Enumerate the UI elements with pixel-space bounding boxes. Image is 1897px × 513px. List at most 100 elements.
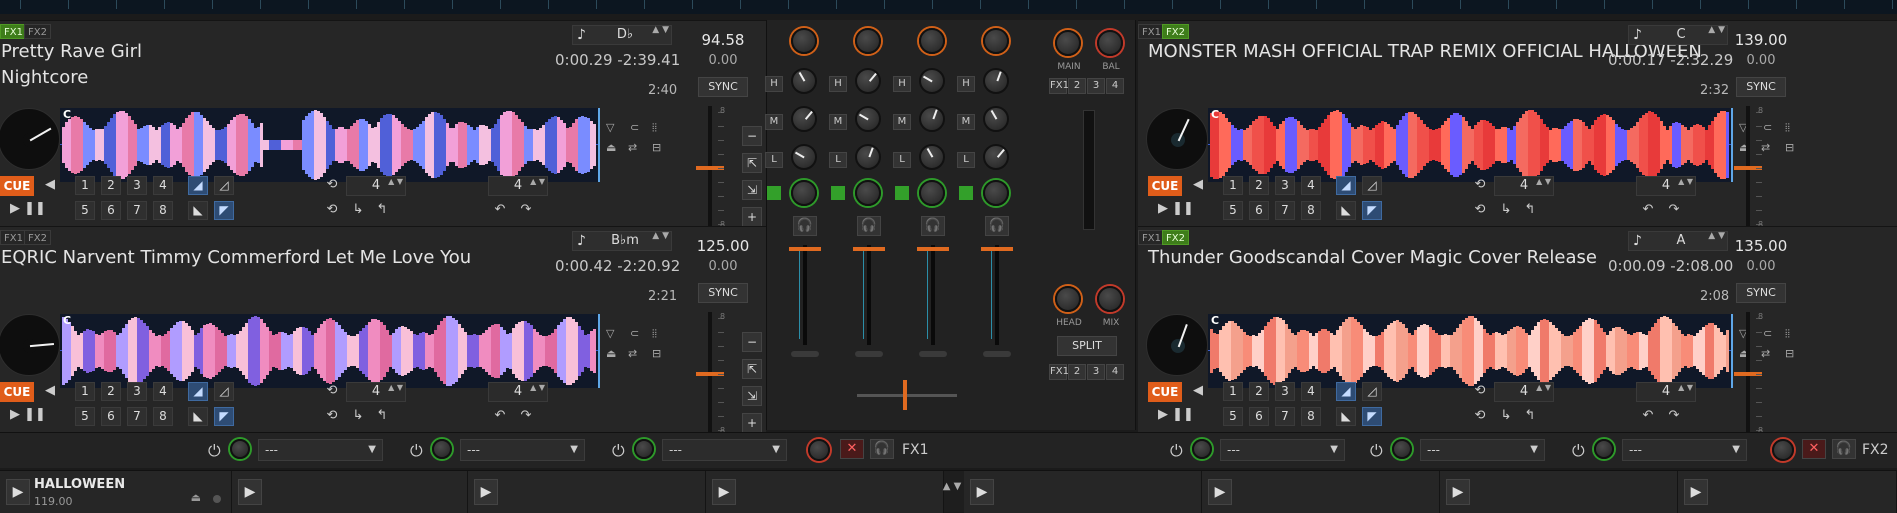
headphone-mix-knob[interactable] (1097, 286, 1123, 312)
eq-l-knob[interactable] (919, 144, 945, 170)
fx-select-dropdown[interactable]: --- ▼ (258, 439, 383, 461)
cue-button[interactable]: CUE (1148, 176, 1182, 196)
sampler-play-button[interactable]: ▶ (238, 479, 262, 505)
fx-power-icon[interactable]: ⏻ (1370, 441, 1383, 461)
sampler-slot[interactable]: ▶ (1440, 471, 1678, 513)
eject-icon[interactable]: ⏏ (606, 141, 616, 154)
loop-size-arrows-icon[interactable]: ▲ ▼ (1536, 383, 1551, 392)
beat-jump-button[interactable]: ◣ (1336, 201, 1356, 220)
hotcue-button[interactable]: 4 (1301, 176, 1321, 195)
back-button[interactable]: ◀ (40, 383, 60, 398)
loop-reloop-icon[interactable]: ⦙⦙ (652, 327, 657, 341)
fx2-assign-button[interactable]: FX2 (24, 230, 51, 245)
channel-volume-fader[interactable] (849, 245, 889, 345)
lock-icon[interactable]: ⊟ (1785, 141, 1794, 154)
hotcue-button[interactable]: 4 (153, 382, 173, 401)
vinyl-spinner[interactable] (1146, 108, 1208, 170)
sampler-slot[interactable]: ▶ (232, 471, 468, 513)
fx2-assign-button[interactable]: FX2 (24, 24, 51, 39)
back-button[interactable]: ◀ (1188, 177, 1208, 192)
quantize-button[interactable]: ◤ (214, 407, 234, 426)
loop-reloop-icon[interactable]: ⦙⦙ (1785, 121, 1790, 135)
vinyl-spinner[interactable] (0, 314, 60, 376)
key-up-down-icon[interactable]: ▲ ▼ (652, 25, 669, 35)
fx-mix-knob[interactable] (1392, 439, 1412, 459)
loop-size-arrows-icon[interactable]: ▲ ▼ (1536, 177, 1551, 186)
loop-icon[interactable]: ⟲ (1470, 383, 1490, 398)
key-up-down-icon[interactable]: ▲ ▼ (1708, 25, 1725, 35)
cue-button[interactable]: CUE (0, 382, 34, 402)
beatjump-size-spinner[interactable]: 4 ▲ ▼ (1636, 382, 1696, 402)
fx-mix-knob[interactable] (432, 439, 452, 459)
hotcue-button[interactable]: 2 (1249, 382, 1269, 401)
filter-enable-button[interactable] (959, 186, 973, 200)
beatjump-forward-icon[interactable]: ↷ (1664, 202, 1684, 217)
fx-headphone-button[interactable]: 🎧 (870, 439, 894, 459)
sampler-slot[interactable]: ▶ (1678, 471, 1897, 513)
fx2-assign-button[interactable]: FX2 (1162, 24, 1189, 39)
fx-super-knob-2[interactable] (1772, 439, 1794, 461)
fx-power-icon[interactable]: ⏻ (612, 441, 625, 461)
loop-double-icon[interactable]: ↰ (372, 202, 392, 217)
hotcue-button[interactable]: 8 (1301, 201, 1321, 220)
filter-knob[interactable] (919, 180, 945, 206)
eq-m-knob[interactable] (919, 106, 945, 132)
waveform-display[interactable]: C (60, 108, 600, 182)
fx-unit-button[interactable]: FX1 (1049, 364, 1069, 380)
lock-icon[interactable]: ⊟ (652, 141, 661, 154)
beat-grid-button[interactable]: ◿ (214, 382, 234, 401)
loop-in-icon[interactable]: ▽ (606, 121, 614, 134)
loop-double-icon[interactable]: ↰ (372, 408, 392, 423)
eq-h-knob[interactable] (919, 68, 945, 94)
fx-mix-knob[interactable] (1192, 439, 1212, 459)
beatjump-forward-icon[interactable]: ↷ (516, 408, 536, 423)
beat-grid-button[interactable]: ◿ (1362, 382, 1382, 401)
channel-volume-fader[interactable] (785, 245, 825, 345)
fx-mix-knob[interactable] (634, 439, 654, 459)
hotcue-button[interactable]: 1 (1223, 382, 1243, 401)
loop-size-spinner[interactable]: 4 ▲ ▼ (1494, 176, 1554, 196)
loop-icon[interactable]: ⟲ (322, 383, 342, 398)
beatjump-size-spinner[interactable]: 4 ▲ ▼ (488, 382, 548, 402)
channel-volume-fader[interactable] (977, 245, 1017, 345)
fx-power-icon[interactable]: ⏻ (1170, 441, 1183, 461)
eq-l-knob[interactable] (855, 144, 881, 170)
eq-h-knob[interactable] (983, 68, 1009, 94)
quantize-button[interactable]: ◤ (1362, 407, 1382, 426)
sampler-slot[interactable]: ▶ (706, 471, 944, 513)
loop-size-arrows-icon[interactable]: ▲ ▼ (388, 383, 403, 392)
filter-enable-button[interactable] (831, 186, 845, 200)
channel-volume-fader[interactable] (913, 245, 953, 345)
loop-back-icon[interactable]: ⟲ (1470, 202, 1490, 217)
beatjump-size-spinner[interactable]: 4 ▲ ▼ (488, 176, 548, 196)
hotcue-button[interactable]: 3 (1275, 176, 1295, 195)
beatjump-back-icon[interactable]: ↶ (1638, 202, 1658, 217)
back-button[interactable]: ◀ (40, 177, 60, 192)
loop-mode-button[interactable]: ◢ (188, 176, 208, 195)
waveform-display[interactable]: C (1208, 108, 1733, 182)
loop-icon[interactable]: ⟲ (1470, 177, 1490, 192)
hotcue-button[interactable]: 7 (1275, 201, 1295, 220)
filter-knob[interactable] (791, 180, 817, 206)
eject-icon[interactable]: ⏏ (606, 347, 616, 360)
fx1-assign-button[interactable]: FX1 (1138, 230, 1165, 245)
waveform-display[interactable]: C (60, 314, 600, 388)
hotcue-button[interactable]: 8 (153, 407, 173, 426)
fx-headphone-button-2[interactable]: 🎧 (1832, 439, 1856, 459)
fader-cap[interactable] (981, 247, 1013, 251)
loop-reloop-icon[interactable]: ⦙⦙ (652, 121, 657, 135)
fx-unit-button[interactable]: FX1 (1049, 78, 1069, 94)
loop-back-icon[interactable]: ⟲ (322, 202, 342, 217)
eq-m-knob[interactable] (983, 106, 1009, 132)
eject-icon[interactable]: ⏏ (191, 491, 201, 504)
loop-halve-icon[interactable]: ↳ (1496, 408, 1516, 423)
sampler-play-button[interactable]: ▶ (474, 479, 498, 505)
hotcue-button[interactable]: 5 (75, 407, 95, 426)
main-volume-knob[interactable] (1055, 30, 1081, 56)
loop-reloop-icon[interactable]: ⦙⦙ (1785, 327, 1790, 341)
eq-m-knob[interactable] (791, 106, 817, 132)
hotcue-button[interactable]: 3 (127, 176, 147, 195)
fx1-assign-button[interactable]: FX1 (0, 24, 27, 39)
fx-select-dropdown[interactable]: --- ▼ (1420, 439, 1545, 461)
fx-select-dropdown[interactable]: --- ▼ (460, 439, 585, 461)
